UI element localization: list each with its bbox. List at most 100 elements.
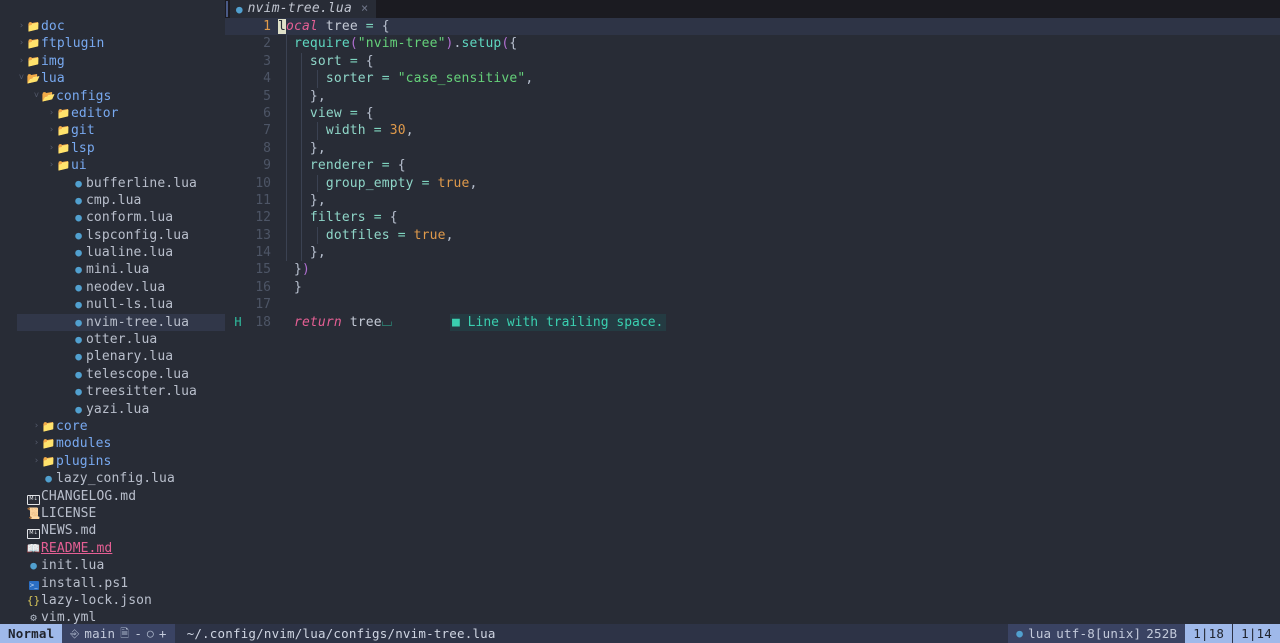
tree-item-modules[interactable]: › 📁 modules <box>0 435 225 452</box>
tree-item-ui[interactable]: › 📁 ui <box>0 157 225 174</box>
code-line[interactable]: 2 require("nvim-tree").setup({ <box>225 35 1280 53</box>
lua-icon: ● <box>75 315 82 329</box>
chevron-right-icon[interactable]: › <box>47 122 56 139</box>
tree-item-core[interactable]: › 📁 core <box>0 418 225 435</box>
tree-item-label: init.lua <box>41 558 105 574</box>
code-line[interactable]: 15 }) <box>225 261 1280 278</box>
tab-nvim-tree-lua[interactable]: ● nvim-tree.lua × <box>230 0 377 18</box>
lua-icon: ● <box>75 211 82 225</box>
code-line[interactable]: 6 view = { <box>225 104 1280 123</box>
tree-item-changelog-md[interactable]: M↓ CHANGELOG.md <box>0 488 225 505</box>
file-tree-panel[interactable]: › 📁 doc › 📁 ftplugin › 📁 img ˅ 📂 lua ˅ 📂 configs › 📁 edit… <box>0 18 225 624</box>
code-token: ) <box>301 262 310 278</box>
tree-item-init-lua[interactable]: ● init.lua <box>0 557 225 574</box>
tree-item-img[interactable]: › 📁 img <box>0 53 225 70</box>
code-line[interactable]: 12 filters = { <box>225 209 1280 227</box>
code-line[interactable]: 11 }, <box>225 191 1280 210</box>
code-line[interactable]: 4 sorter = "case_sensitive", <box>225 70 1280 88</box>
tree-item-configs[interactable]: ˅ 📂 configs <box>0 88 225 105</box>
chevron-right-icon[interactable]: › <box>32 453 41 470</box>
tree-item-ftplugin[interactable]: › 📁 ftplugin <box>0 35 225 52</box>
tree-item-null-ls-lua[interactable]: ● null-ls.lua <box>0 296 225 313</box>
tree-item-bufferline-lua[interactable]: ● bufferline.lua <box>0 175 225 192</box>
close-icon[interactable]: × <box>361 0 368 17</box>
status-git-branch: main <box>84 625 116 641</box>
tree-item-yazi-lua[interactable]: ● yazi.lua <box>0 401 225 418</box>
tree-item-lsp[interactable]: › 📁 lsp <box>0 140 225 157</box>
chevron-right-icon[interactable]: › <box>17 53 26 70</box>
chevron-right-icon[interactable]: › <box>47 157 56 174</box>
code-editor[interactable]: 1 local tree = {2 require("nvim-tree").se… <box>225 18 1280 624</box>
tree-item-label: conform.lua <box>86 210 174 226</box>
code-token: } <box>309 140 318 156</box>
status-filesize: 252B <box>1146 625 1178 641</box>
code-line[interactable]: 7 width = 30, <box>225 122 1280 140</box>
tree-item-install-ps1[interactable]: >_ install.ps1 <box>0 575 225 592</box>
tree-item-doc[interactable]: › 📁 doc <box>0 18 225 35</box>
code-line[interactable]: 14 }, <box>225 244 1280 262</box>
tree-item-license[interactable]: 📜 LICENSE <box>0 505 225 522</box>
status-mode: Normal <box>0 624 63 643</box>
code-token: , <box>317 192 326 208</box>
tree-item-plenary-lua[interactable]: ● plenary.lua <box>0 348 225 365</box>
code-line[interactable]: H 18 return tree⌴ ■ Line with trailing spa… <box>225 313 1280 332</box>
tree-item-neodev-lua[interactable]: ● neodev.lua <box>0 279 225 296</box>
tree-item-lazy-lock-json[interactable]: {} lazy-lock.json <box>0 592 225 609</box>
chevron-right-icon[interactable]: › <box>32 418 41 435</box>
tree-item-cmp-lua[interactable]: ● cmp.lua <box>0 192 225 209</box>
code-text: }, <box>278 192 326 209</box>
tree-item-conform-lua[interactable]: ● conform.lua <box>0 209 225 226</box>
tree-item-nvim-tree-lua[interactable]: ● nvim-tree.lua <box>0 313 225 332</box>
line-number: 14 <box>255 245 271 261</box>
chevron-right-icon[interactable]: › <box>47 105 56 122</box>
tree-item-lua[interactable]: ˅ 📂 lua <box>0 70 225 87</box>
status-git[interactable]: ⎆ main 🗎 - ◯ + <box>62 624 175 643</box>
tree-item-otter-lua[interactable]: ● otter.lua <box>0 331 225 348</box>
tree-item-news-md[interactable]: M↓ NEWS.md <box>0 522 225 540</box>
tree-item-mini-lua[interactable]: ● mini.lua <box>0 261 225 278</box>
tree-item-label: neodev.lua <box>86 279 166 295</box>
tree-item-editor[interactable]: › 📁 editor <box>0 105 225 122</box>
code-line[interactable]: 9 renderer = { <box>225 157 1280 175</box>
code-line[interactable]: 5 }, <box>225 87 1280 105</box>
tabline: ● nvim-tree.lua × <box>0 0 1280 18</box>
code-line[interactable]: 8 }, <box>225 139 1280 158</box>
tree-item-telescope-lua[interactable]: ● telescope.lua <box>0 366 225 383</box>
chevron-right-icon[interactable]: › <box>17 35 26 52</box>
code-line[interactable]: 1 local tree = { <box>225 18 1280 36</box>
tree-item-vim-yml[interactable]: ⚙ vim.yml <box>0 609 225 624</box>
tree-item-lspconfig-lua[interactable]: ● lspconfig.lua <box>0 227 225 244</box>
tree-item-treesitter-lua[interactable]: ● treesitter.lua <box>0 383 225 400</box>
folder-closed-icon: 📁 <box>56 106 71 120</box>
code-token: } <box>309 245 318 261</box>
chevron-down-icon[interactable]: ˅ <box>17 70 26 87</box>
code-line[interactable]: 16 } <box>225 279 1280 296</box>
line-number: 15 <box>255 262 271 278</box>
tree-item-readme-md[interactable]: 📖 README.md <box>0 540 225 557</box>
tree-item-git[interactable]: › 📁 git <box>0 122 225 139</box>
chevron-right-icon[interactable]: › <box>47 140 56 157</box>
code-line[interactable]: 3 sort = { <box>225 52 1280 71</box>
tree-item-label: lazy-lock.json <box>41 592 152 608</box>
code-token: = <box>373 210 382 226</box>
code-token: , <box>317 140 326 156</box>
code-line[interactable]: 10 group_empty = true, <box>225 174 1280 192</box>
tree-item-label: modules <box>56 436 112 452</box>
chevron-down-icon[interactable]: ˅ <box>32 88 41 105</box>
code-token: ⌴ <box>381 314 393 330</box>
code-token: ocal <box>285 19 318 34</box>
lua-icon: ● <box>75 385 82 399</box>
chevron-right-icon[interactable]: › <box>17 18 26 35</box>
tree-item-lazy-config-lua[interactable]: ● lazy_config.lua <box>0 470 225 487</box>
code-line[interactable]: 13 dotfiles = true, <box>225 226 1280 245</box>
tree-item-lualine-lua[interactable]: ● lualine.lua <box>0 244 225 261</box>
tree-item-plugins[interactable]: › 📁 plugins <box>0 453 225 470</box>
code-line[interactable]: 17 <box>225 296 1280 313</box>
chevron-right-icon[interactable]: › <box>32 435 41 452</box>
